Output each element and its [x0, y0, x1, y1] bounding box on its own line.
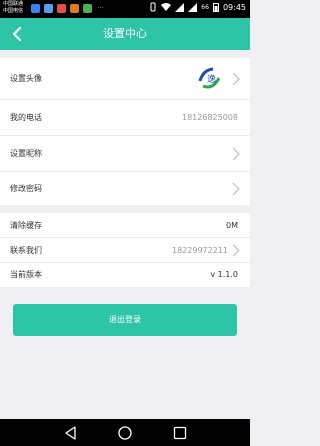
vibrate-icon — [150, 2, 156, 12]
app-version: v 1.1.0 — [210, 270, 238, 279]
row-label: 清除缓存 — [10, 221, 42, 230]
signal-icon — [175, 2, 185, 12]
clock: 09:45 — [222, 2, 246, 12]
settings-row-contact[interactable]: 联系我们 18229972211 — [0, 238, 250, 263]
settings-row-avatar[interactable]: 设置头像 逸 — [0, 58, 250, 100]
settings-row-version: 当前版本 v 1.1.0 — [0, 263, 250, 287]
page-title: 设置中心 — [103, 27, 147, 40]
settings-group-app: 清除缓存 0M 联系我们 18229972211 当前版本 v 1.1.0 — [0, 213, 250, 287]
home-circle-icon[interactable] — [117, 425, 133, 441]
row-label: 我的电话 — [10, 113, 42, 122]
row-label: 联系我们 — [10, 246, 42, 255]
more-notifications-icon: ··· — [97, 4, 104, 12]
back-button[interactable] — [9, 25, 27, 43]
carrier-line-1: 中国联通 — [3, 1, 24, 7]
settings-group-profile: 设置头像 逸 我的电话 18126825008 设置昵称 修改密码 — [0, 58, 250, 205]
row-label: 当前版本 — [10, 270, 42, 279]
chevron-right-icon — [232, 182, 240, 196]
carrier-info: 中国联通 中国电信 — [3, 1, 23, 15]
back-triangle-icon[interactable] — [63, 425, 79, 441]
chevron-right-icon — [232, 72, 240, 86]
chevron-right-icon — [232, 147, 240, 161]
wifi-icon — [161, 2, 172, 11]
notification-app-icon — [44, 4, 53, 13]
status-indicators: 66 09:45 — [149, 2, 246, 12]
carrier-line-2: 中国电信 — [3, 8, 24, 14]
notification-app-icon — [57, 4, 66, 13]
notification-app-icon — [31, 4, 40, 13]
battery-icon — [212, 3, 219, 12]
contact-number: 18229972211 — [172, 246, 228, 255]
settings-row-phone: 我的电话 18126825008 — [0, 100, 250, 136]
row-label: 修改密码 — [10, 184, 42, 193]
notification-icons: ··· — [31, 4, 105, 13]
avatar[interactable]: 逸 — [195, 64, 223, 92]
chevron-left-icon — [12, 26, 22, 42]
avatar-logo-icon: 逸 — [196, 65, 222, 91]
settings-row-nickname[interactable]: 设置昵称 — [0, 136, 250, 172]
chevron-right-icon — [232, 244, 240, 257]
system-nav-bar — [0, 419, 250, 446]
notification-app-icon — [83, 4, 92, 13]
svg-text:逸: 逸 — [207, 74, 216, 85]
logout-button[interactable]: 退出登录 — [13, 304, 237, 336]
row-label: 设置昵称 — [10, 149, 42, 158]
app-header: 设置中心 — [0, 18, 250, 50]
recent-square-icon[interactable] — [172, 425, 188, 441]
cache-size: 0M — [226, 221, 238, 230]
signal-icon — [188, 2, 198, 12]
status-bar: 中国联通 中国电信 ··· 66 09:45 — [0, 0, 250, 18]
settings-row-clear-cache[interactable]: 清除缓存 0M — [0, 213, 250, 238]
row-label: 设置头像 — [10, 74, 42, 83]
notification-app-icon — [70, 4, 79, 13]
phone-number: 18126825008 — [182, 113, 238, 122]
settings-row-password[interactable]: 修改密码 — [0, 172, 250, 205]
battery-level: 66 — [201, 3, 209, 11]
